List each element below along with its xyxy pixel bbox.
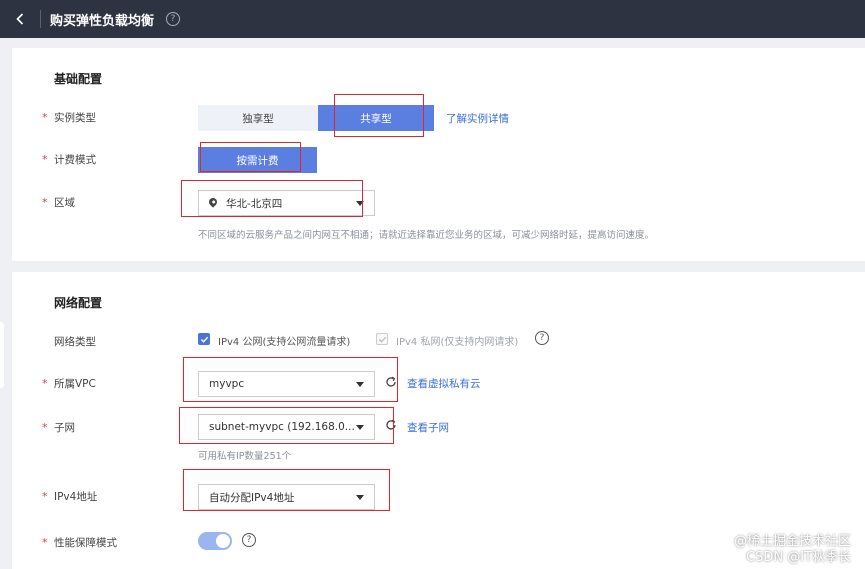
billing-on-demand[interactable]: 按需计费 xyxy=(198,147,317,173)
vpc-select[interactable]: myvpc xyxy=(198,371,375,397)
instance-details-link[interactable]: 了解实例详情 xyxy=(446,111,509,126)
caret-down-icon xyxy=(356,425,364,430)
side-collapse-handle[interactable] xyxy=(0,322,4,388)
section-title-basic: 基础配置 xyxy=(54,72,103,86)
ipv4-address-select[interactable]: 自动分配IPv4地址 xyxy=(198,484,375,510)
network-config-card: 网络配置 网络类型 IPv4 公网(支持公网流量请求) IPv4 私网(仅支持内… xyxy=(12,272,865,569)
instance-type-shared[interactable]: 共享型 xyxy=(318,105,434,131)
page-title: 购买弹性负载均衡 xyxy=(50,13,155,29)
caret-down-icon xyxy=(356,382,364,387)
label-network-type: 网络类型 xyxy=(54,336,96,348)
help-icon[interactable]: ? xyxy=(166,12,181,26)
label-subnet: * 子网 xyxy=(42,421,75,434)
caret-down-icon xyxy=(356,495,364,500)
view-vpc-link[interactable]: 查看虚拟私有云 xyxy=(407,376,481,391)
ipv4-public-checkbox[interactable] xyxy=(198,333,210,345)
toggle-knob xyxy=(216,534,230,548)
instance-type-dedicated[interactable]: 独享型 xyxy=(198,105,318,131)
divider xyxy=(40,10,41,28)
caret-down-icon xyxy=(356,201,364,206)
check-icon xyxy=(200,336,208,343)
label-ipv4: * IPv4地址 xyxy=(42,490,98,503)
help-icon[interactable]: ? xyxy=(242,533,256,547)
help-icon[interactable]: ? xyxy=(535,331,549,345)
section-title-network: 网络配置 xyxy=(54,296,103,310)
ipv4-private-checkbox[interactable] xyxy=(376,333,388,345)
subnet-hint: 可用私有IP数量251个 xyxy=(198,451,292,462)
label-performance-mode: * 性能保障模式 xyxy=(42,536,117,549)
ipv4-public-text: IPv4 公网(支持公网流量请求) xyxy=(218,337,351,348)
ipv4-private-text: IPv4 私网(仅支持内网请求) xyxy=(396,337,519,348)
check-icon xyxy=(378,336,386,343)
label-billing: * 计费模式 xyxy=(42,153,96,166)
basic-config-card: 基础配置 * 实例类型 独享型 共享型 了解实例详情 * 计费模式 按需计费 * 区域… xyxy=(12,48,865,261)
refresh-icon[interactable] xyxy=(385,419,397,431)
watermark-line-2: CSDN @IT秋季长 xyxy=(746,550,851,565)
label-region: * 区域 xyxy=(42,196,75,209)
view-subnet-link[interactable]: 查看子网 xyxy=(407,420,449,435)
label-vpc: * 所属VPC xyxy=(42,377,96,390)
refresh-icon[interactable] xyxy=(385,376,397,388)
back-button[interactable] xyxy=(0,0,40,38)
performance-mode-toggle[interactable] xyxy=(198,532,232,550)
region-select[interactable]: 华北-北京四 xyxy=(198,190,375,216)
location-pin-icon xyxy=(207,196,219,208)
top-bar: 购买弹性负载均衡 ? xyxy=(0,0,865,38)
subnet-select[interactable]: subnet-myvpc (192.168.0... xyxy=(198,414,375,440)
chevron-left-icon xyxy=(16,13,24,25)
region-hint: 不同区域的云服务产品之间内网互不相通；请就近选择靠近您业务的区域，可减少网络时延… xyxy=(198,230,655,241)
label-instance-type: * 实例类型 xyxy=(42,111,96,124)
